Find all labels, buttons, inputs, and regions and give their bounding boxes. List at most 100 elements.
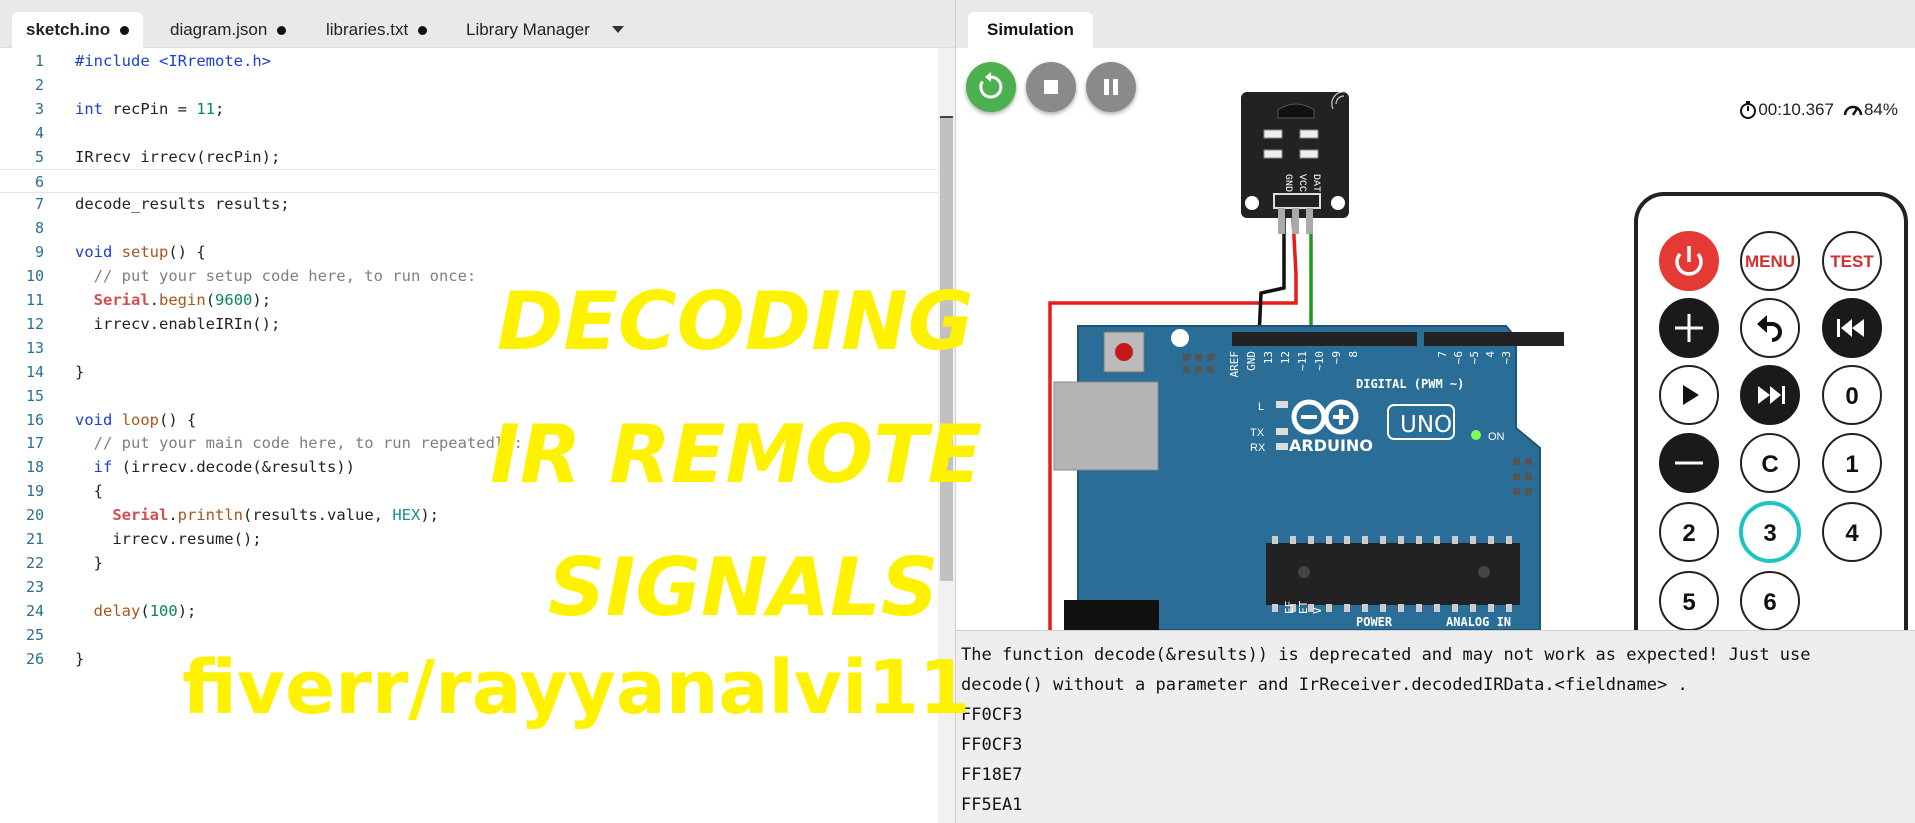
code-line[interactable]: 16 void loop() { bbox=[0, 408, 955, 432]
code-line[interactable]: 20 Serial.println(results.value, HEX); bbox=[0, 503, 955, 527]
remote-button[interactable] bbox=[1659, 231, 1719, 291]
code-line[interactable]: 2 bbox=[0, 73, 955, 97]
arduino-uno-board: AREF GND 13 12 ~11 ~10 ~9 8 7 ~6 ~5 4 ~3 2 TX→1 RX←0 DI… bbox=[1053, 325, 1564, 630]
tab-libraries-txt[interactable]: libraries.txt bbox=[312, 12, 441, 48]
code-line[interactable]: 10 // put your setup code here, to run o… bbox=[0, 264, 955, 288]
line-number: 25 bbox=[25, 625, 44, 644]
code-line[interactable]: 12 irrecv.enableIRIn(); bbox=[0, 312, 955, 336]
header-pin-label: ~11 bbox=[1296, 351, 1309, 371]
line-number: 8 bbox=[34, 219, 44, 238]
remote-button[interactable] bbox=[1740, 365, 1800, 425]
remote-button[interactable] bbox=[1659, 298, 1719, 358]
code-line[interactable]: 15 bbox=[0, 384, 955, 408]
code-text: } bbox=[75, 553, 103, 572]
line-number: 14 bbox=[25, 362, 44, 381]
code-line[interactable]: 26} bbox=[0, 647, 955, 671]
editor-scroll-thumb[interactable] bbox=[940, 116, 953, 581]
unsaved-dot-icon bbox=[418, 25, 428, 35]
power-jack bbox=[1064, 600, 1159, 630]
remote-button-label: 6 bbox=[1763, 589, 1776, 616]
line-number: 18 bbox=[25, 458, 44, 477]
remote-button[interactable]: 2 bbox=[1659, 502, 1719, 562]
code-line[interactable]: 17 // put your main code here, to run re… bbox=[0, 431, 955, 455]
speed-value: 84% bbox=[1863, 100, 1898, 119]
code-line[interactable]: 24 delay(100); bbox=[0, 599, 955, 623]
on-label: ON bbox=[1488, 431, 1505, 443]
timer-value: 00:10.367 bbox=[1758, 100, 1834, 119]
digital-header-right bbox=[1424, 332, 1564, 346]
remote-button[interactable]: MENU bbox=[1740, 231, 1800, 291]
remote-button[interactable] bbox=[1822, 298, 1882, 358]
usb-port bbox=[1053, 381, 1159, 471]
code-text: void setup() { bbox=[75, 243, 206, 262]
remote-button[interactable]: TEST bbox=[1822, 231, 1882, 291]
code-line[interactable]: 6 bbox=[0, 168, 955, 193]
remote-button[interactable]: 0 bbox=[1822, 365, 1882, 425]
code-line[interactable]: 7 decode_results results; bbox=[0, 192, 955, 216]
remote-button[interactable]: 4 bbox=[1822, 502, 1882, 562]
remote-button[interactable]: 3 bbox=[1739, 501, 1801, 563]
code-line[interactable]: 13 bbox=[0, 336, 955, 360]
line-number: 7 bbox=[34, 195, 44, 214]
tab-diagram-json[interactable]: diagram.json bbox=[156, 12, 300, 48]
remote-button-label: 5 bbox=[1682, 589, 1695, 616]
editor-scrollbar[interactable] bbox=[938, 48, 955, 823]
code-line[interactable]: 22 } bbox=[0, 551, 955, 575]
simulation-canvas[interactable]: GND VCC DAT AREF GND 13 12 ~11 ~10 ~9 8 7 bbox=[956, 48, 1915, 630]
tab-label: sketch.ino bbox=[26, 20, 111, 39]
code-line[interactable]: 23 bbox=[0, 575, 955, 599]
remote-button[interactable]: 5 bbox=[1659, 571, 1719, 630]
code-area[interactable]: 1 #include <IRremote.h> 2 3 int recPin = 11;… bbox=[0, 48, 955, 823]
line-number: 1 bbox=[34, 52, 44, 70]
line-number: 22 bbox=[25, 553, 44, 572]
code-line[interactable]: 9 void setup() { bbox=[0, 240, 955, 264]
line-number: 13 bbox=[25, 338, 44, 357]
line-number: 17 bbox=[25, 434, 44, 453]
code-line[interactable]: 8 bbox=[0, 216, 955, 240]
serial-output-line: The function decode(&results)) is deprec… bbox=[961, 645, 1811, 665]
remote-button-label: 4 bbox=[1845, 520, 1859, 547]
tab-label: diagram.json bbox=[170, 20, 268, 39]
code-line[interactable]: 21 irrecv.resume(); bbox=[0, 527, 955, 551]
line-number: 3 bbox=[34, 99, 44, 118]
code-line[interactable]: 19 { bbox=[0, 479, 955, 503]
code-line[interactable]: 5 IRrecv irrecv(recPin); bbox=[0, 145, 955, 169]
line-number: 24 bbox=[25, 601, 44, 620]
chevron-down-icon[interactable] bbox=[612, 26, 624, 33]
code-text: IRrecv irrecv(recPin); bbox=[75, 147, 281, 166]
header-pin-label: 4 bbox=[1484, 351, 1497, 358]
code-line[interactable]: 4 bbox=[0, 121, 955, 145]
tab-library-manager[interactable]: Library Manager bbox=[452, 12, 604, 48]
header-pin-label: 2 bbox=[1516, 351, 1529, 358]
remote-button[interactable]: 6 bbox=[1740, 571, 1800, 630]
remote-button[interactable] bbox=[1740, 298, 1800, 358]
serial-monitor[interactable]: The function decode(&results)) is deprec… bbox=[956, 630, 1915, 823]
remote-button-label: 1 bbox=[1845, 451, 1858, 478]
tab-label: Library Manager bbox=[466, 20, 590, 39]
remote-button[interactable]: 1 bbox=[1822, 433, 1882, 493]
code-line[interactable]: 25 bbox=[0, 623, 955, 647]
code-line[interactable]: 18 if (irrecv.decode(&results)) bbox=[0, 455, 955, 479]
header-pin-label: 12 bbox=[1279, 351, 1292, 364]
code-line[interactable]: 11 Serial.begin(9600); bbox=[0, 288, 955, 312]
code-text: void loop() { bbox=[75, 410, 197, 429]
line-number: 6 bbox=[34, 172, 44, 191]
serial-output-line: FF5EA1 bbox=[961, 795, 1023, 815]
code-line[interactable]: 3 int recPin = 11; bbox=[0, 97, 955, 121]
tab-sketch-ino[interactable]: sketch.ino bbox=[12, 12, 144, 48]
line-number: 19 bbox=[25, 482, 44, 501]
remote-button[interactable]: C bbox=[1740, 433, 1800, 493]
code-text: irrecv.enableIRIn(); bbox=[75, 314, 281, 333]
ir-receiver-module: GND VCC DAT bbox=[1241, 91, 1349, 234]
tab-simulation[interactable]: Simulation bbox=[968, 12, 1093, 48]
line-number: 16 bbox=[25, 410, 44, 429]
serial-output-line: FF0CF3 bbox=[961, 735, 1023, 755]
code-line[interactable]: 14} bbox=[0, 360, 955, 384]
remote-button-label: 2 bbox=[1682, 520, 1695, 547]
code-editor-pane: sketch.ino diagram.json libraries.txt Libra… bbox=[0, 0, 955, 823]
remote-button[interactable] bbox=[1659, 433, 1719, 493]
code-text: int recPin = 11; bbox=[75, 99, 225, 118]
code-line[interactable]: 1 #include <IRremote.h> bbox=[0, 49, 955, 73]
bottom-pin-label: EF bbox=[1283, 601, 1296, 614]
remote-button[interactable] bbox=[1659, 365, 1719, 425]
